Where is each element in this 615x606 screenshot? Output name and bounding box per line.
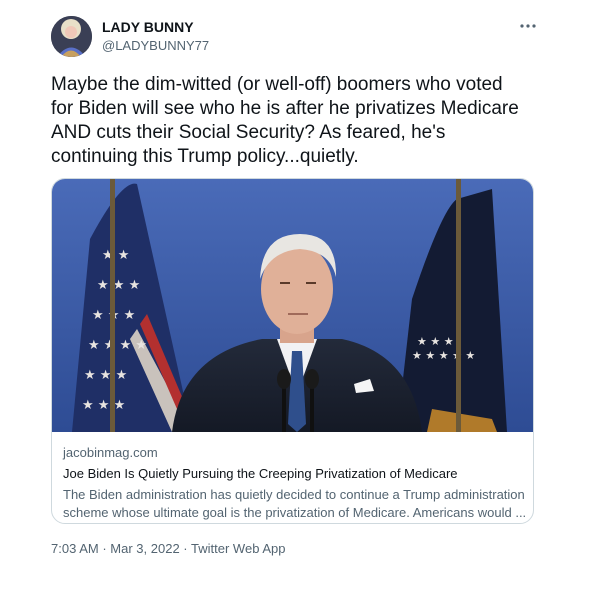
- more-dots-icon: [520, 24, 536, 28]
- meta-separator: ·: [183, 541, 188, 556]
- svg-text:★ ★ ★: ★ ★ ★: [417, 335, 454, 348]
- tweet-date: Mar 3, 2022: [110, 541, 180, 556]
- more-options-button[interactable]: [515, 16, 541, 36]
- svg-text:★ ★ ★ ★: ★ ★ ★ ★: [88, 338, 147, 353]
- tweet-text-line: AND cuts their Social Security? As feare…: [51, 122, 446, 143]
- link-card-domain: jacobinmag.com: [63, 445, 158, 460]
- tweet-source-link[interactable]: Twitter Web App: [191, 541, 285, 556]
- tweet-timestamp-link[interactable]: 7:03 AM · Mar 3, 2022: [51, 541, 180, 556]
- tweet-text-line: Maybe the dim-witted (or well-off) boome…: [51, 74, 503, 95]
- link-card-body: jacobinmag.com Joe Biden Is Quietly Purs…: [63, 444, 528, 522]
- tweet: LADY BUNNY @LADYBUNNY77 Maybe the dim-wi…: [0, 0, 615, 606]
- author-handle[interactable]: @LADYBUNNY77: [102, 37, 209, 54]
- link-card-description-line: scheme whose ultimate goal is the privat…: [63, 505, 527, 520]
- link-card-description: The Biden administration has quietly dec…: [63, 486, 528, 522]
- svg-text:★ ★: ★ ★: [102, 248, 129, 263]
- link-card-description-line: The Biden administration has quietly dec…: [63, 487, 525, 502]
- link-card-title: Joe Biden Is Quietly Pursuing the Creepi…: [63, 466, 458, 481]
- author-display-name[interactable]: LADY BUNNY: [102, 19, 209, 36]
- tweet-text-line: continuing this Trump policy...quietly.: [51, 146, 359, 167]
- svg-text:★ ★ ★: ★ ★ ★: [97, 278, 140, 293]
- meta-separator: ·: [102, 541, 107, 556]
- link-card-image[interactable]: ★ ★ ★ ★ ★ ★ ★ ★ ★ ★ ★ ★ ★ ★ ★ ★ ★ ★ ★ ★ …: [52, 179, 533, 432]
- svg-text:★ ★ ★: ★ ★ ★: [84, 368, 127, 383]
- link-card[interactable]: ★ ★ ★ ★ ★ ★ ★ ★ ★ ★ ★ ★ ★ ★ ★ ★ ★ ★ ★ ★ …: [51, 178, 534, 524]
- tweet-metadata: 7:03 AM · Mar 3, 2022 · Twitter Web App: [51, 540, 285, 557]
- card-photo: ★ ★ ★ ★ ★ ★ ★ ★ ★ ★ ★ ★ ★ ★ ★ ★ ★ ★ ★ ★ …: [52, 179, 533, 432]
- avatar-photo-icon: [51, 16, 92, 57]
- svg-text:★ ★ ★ ★ ★: ★ ★ ★ ★ ★: [412, 349, 475, 362]
- svg-text:★ ★ ★: ★ ★ ★: [82, 398, 125, 413]
- tweet-text-line: for Biden will see who he is after he pr…: [51, 98, 519, 119]
- tweet-time: 7:03 AM: [51, 541, 99, 556]
- avatar[interactable]: [51, 16, 92, 57]
- tweet-text: Maybe the dim-witted (or well-off) boome…: [51, 73, 561, 169]
- author-block: LADY BUNNY @LADYBUNNY77: [102, 19, 209, 54]
